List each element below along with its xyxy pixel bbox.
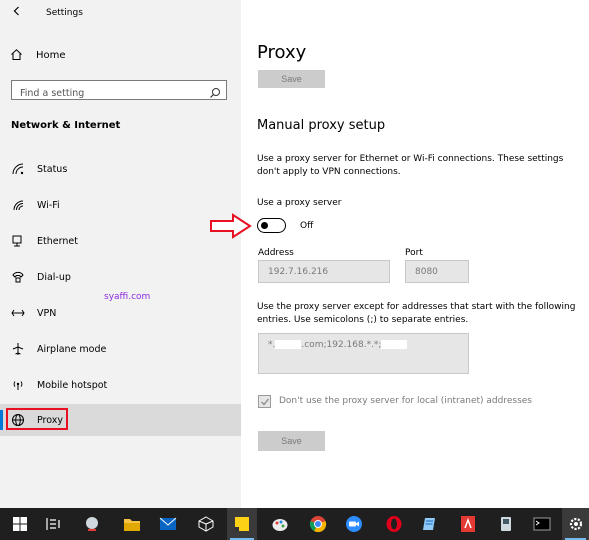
page-title: Proxy bbox=[257, 42, 307, 63]
search-input[interactable] bbox=[12, 84, 210, 103]
manual-proxy-heading: Manual proxy setup bbox=[257, 118, 386, 133]
sidebar-item-label: Ethernet bbox=[37, 235, 78, 247]
sidebar-item-label: Wi-Fi bbox=[37, 199, 60, 211]
save-button-bottom[interactable]: Save bbox=[258, 431, 325, 451]
sidebar-item-label: Dial-up bbox=[37, 271, 71, 283]
home-nav-item[interactable]: Home bbox=[10, 46, 230, 64]
watermark-text: syaffi.com bbox=[104, 292, 151, 302]
selection-indicator bbox=[0, 410, 3, 430]
proxy-settings-page: Proxy Save Manual proxy setup Use a prox… bbox=[241, 0, 589, 508]
sidebar-item-proxy[interactable]: Proxy bbox=[0, 404, 241, 436]
toggle-knob bbox=[261, 221, 268, 229]
opera-icon[interactable] bbox=[384, 514, 404, 534]
port-value: 8080 bbox=[415, 266, 438, 277]
vpn-icon bbox=[11, 306, 25, 320]
sidebar-item-airplane-mode[interactable]: Airplane mode bbox=[0, 334, 241, 364]
checkmark-icon bbox=[261, 398, 270, 406]
airplane-icon bbox=[11, 342, 25, 356]
home-icon bbox=[10, 46, 23, 65]
sticky-notes-icon[interactable] bbox=[232, 514, 252, 534]
save-button-top[interactable]: Save bbox=[258, 70, 325, 88]
cortana-icon[interactable] bbox=[82, 514, 102, 534]
use-proxy-label: Use a proxy server bbox=[257, 198, 342, 208]
status-icon bbox=[11, 162, 25, 176]
sidebar-item-label: Airplane mode bbox=[37, 343, 107, 355]
sidebar-item-dialup[interactable]: Dial-up bbox=[0, 262, 241, 292]
sidebar-item-status[interactable]: Status bbox=[0, 154, 241, 184]
port-field[interactable]: 8080 bbox=[405, 260, 469, 283]
toggle-state-text: Off bbox=[300, 221, 314, 231]
address-field[interactable]: 192.7.16.216 bbox=[258, 260, 390, 283]
settings-gear-icon[interactable] bbox=[566, 514, 586, 534]
exceptions-value-end: .com;192.168.*.*; bbox=[301, 340, 382, 350]
settings-sidebar: Settings Home Network & Internet Status … bbox=[0, 0, 241, 508]
home-label: Home bbox=[36, 49, 66, 61]
use-proxy-toggle[interactable] bbox=[257, 218, 286, 233]
mail-icon[interactable] bbox=[158, 514, 178, 534]
manual-proxy-description: Use a proxy server for Ethernet or Wi-Fi… bbox=[257, 154, 564, 177]
port-label: Port bbox=[405, 248, 423, 258]
sidebar-item-wifi[interactable]: Wi-Fi bbox=[0, 190, 241, 220]
local-bypass-label: Don't use the proxy server for local (in… bbox=[279, 396, 532, 406]
windows-start-icon[interactable] bbox=[10, 514, 30, 534]
notepad-app-icon[interactable] bbox=[420, 514, 440, 534]
proxy-highlight-box bbox=[6, 408, 68, 430]
address-label: Address bbox=[258, 248, 294, 258]
redacted-block bbox=[275, 340, 302, 349]
ethernet-icon bbox=[11, 234, 25, 248]
exceptions-description: Use the proxy server except for addresse… bbox=[257, 302, 576, 325]
pdf-app-icon[interactable] bbox=[458, 514, 478, 534]
network-app-icon[interactable] bbox=[496, 514, 516, 534]
sidebar-item-mobile-hotspot[interactable]: Mobile hotspot bbox=[0, 370, 241, 400]
exceptions-value-start: *. bbox=[268, 340, 276, 350]
redacted-block bbox=[381, 340, 408, 349]
wifi-icon bbox=[11, 198, 25, 212]
search-icon[interactable] bbox=[209, 84, 221, 98]
chrome-icon[interactable] bbox=[308, 514, 328, 534]
window-title: Settings bbox=[46, 8, 83, 18]
back-arrow-icon[interactable] bbox=[12, 6, 22, 19]
paint-icon[interactable] bbox=[270, 514, 290, 534]
section-heading: Network & Internet bbox=[11, 120, 121, 131]
local-bypass-checkbox[interactable] bbox=[258, 395, 271, 408]
dialup-icon bbox=[11, 270, 25, 284]
hotspot-icon bbox=[11, 378, 25, 392]
zoom-icon[interactable] bbox=[344, 514, 364, 534]
task-view-icon[interactable] bbox=[44, 514, 64, 534]
red-arrow-annotation-icon bbox=[209, 212, 253, 244]
terminal-icon[interactable] bbox=[532, 514, 552, 534]
sidebar-item-label: Status bbox=[37, 163, 68, 175]
address-value: 192.7.16.216 bbox=[268, 266, 329, 277]
cube-app-icon[interactable] bbox=[196, 514, 216, 534]
sidebar-item-ethernet[interactable]: Ethernet bbox=[0, 226, 241, 256]
exceptions-field[interactable]: *. .com;192.168.*.*; bbox=[258, 333, 469, 374]
file-explorer-icon[interactable] bbox=[122, 514, 142, 534]
sidebar-item-label: Mobile hotspot bbox=[37, 379, 108, 391]
sidebar-item-label: VPN bbox=[37, 307, 57, 319]
search-box[interactable] bbox=[11, 80, 227, 103]
sidebar-item-vpn[interactable]: VPN bbox=[0, 298, 241, 328]
taskbar bbox=[0, 508, 589, 540]
